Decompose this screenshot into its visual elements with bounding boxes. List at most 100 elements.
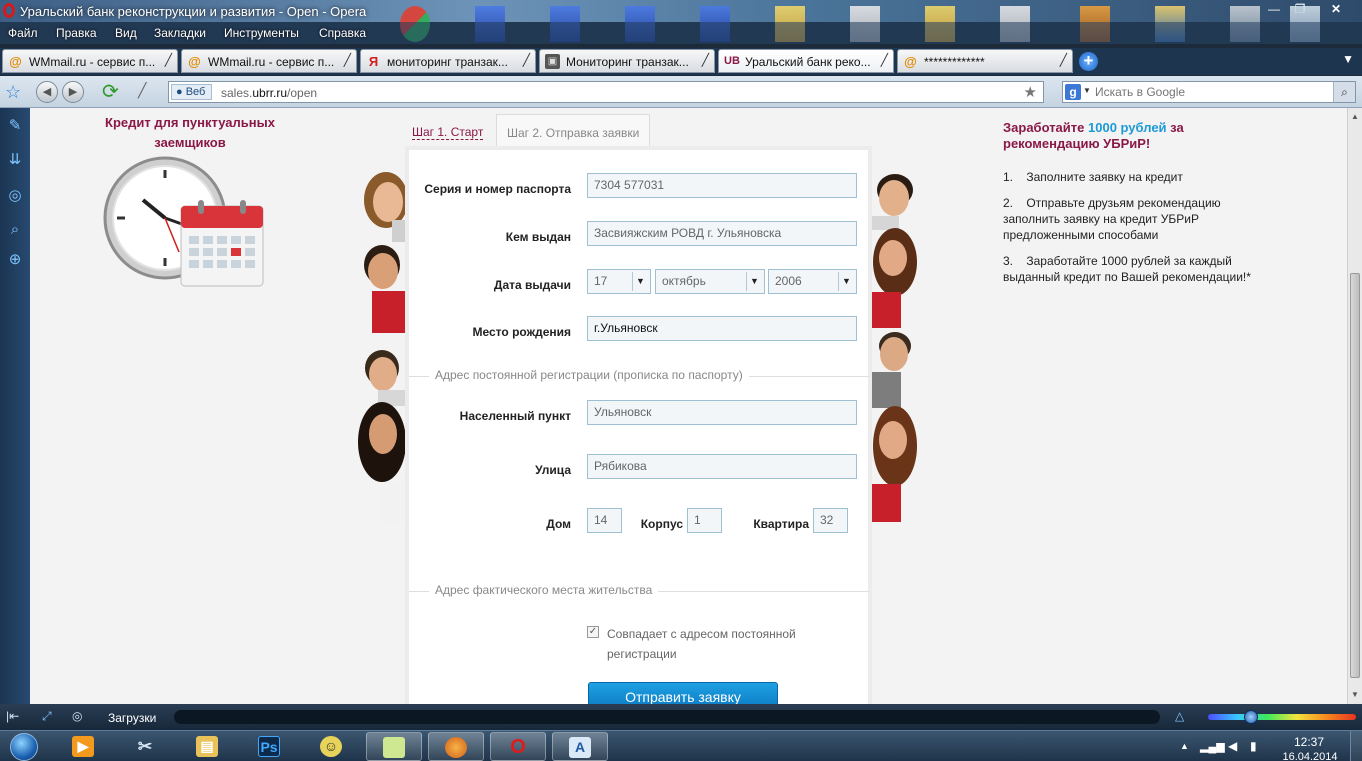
tab-yandex-monitoring[interactable]: Я мониторинг транзак... ╱ (360, 49, 536, 73)
url-domain: ubrr.ru (252, 86, 288, 100)
scroll-up-icon[interactable]: ▲ (1351, 112, 1359, 121)
search-input[interactable] (1095, 82, 1335, 102)
address-field[interactable]: ● Веб sales.ubrr.ru/open ★ (168, 81, 1044, 103)
registration-section-title: Адрес постоянной регистрации (прописка п… (429, 368, 749, 382)
back-button[interactable]: ◀ (36, 81, 58, 103)
start-button[interactable] (4, 731, 44, 761)
downloads-button[interactable]: Загрузки (108, 711, 156, 725)
speed-dial-icon[interactable]: ◎ (72, 709, 82, 723)
taskbar-sticky-notes[interactable] (366, 732, 422, 761)
network-icon[interactable]: ▂▄▆ (1200, 740, 1225, 753)
person-illustration (358, 402, 406, 522)
volume-icon[interactable]: ◀ (1228, 739, 1237, 753)
locality-input[interactable]: Ульяновск (587, 400, 857, 425)
issue-day-select[interactable]: 17 ▼ (587, 269, 651, 294)
tab-bar: @ WMmail.ru - сервис п... ╱ @ WMmail.ru … (0, 48, 1362, 75)
site-badge[interactable]: ● Веб (171, 84, 213, 100)
add-panel-icon[interactable]: ⊕ (5, 250, 25, 270)
step-1-link[interactable]: Шаг 1. Старт (412, 125, 484, 140)
taskbar-scissors[interactable]: ✂ (118, 732, 174, 761)
page-scrollbar[interactable]: ▲ ▼ (1347, 108, 1362, 704)
apartment-input[interactable]: 32 (813, 508, 848, 533)
same-address-label: Совпадает с адресом постоянной регистрац… (607, 627, 796, 661)
power-icon[interactable]: ▮ (1250, 739, 1257, 753)
same-address-checkbox[interactable]: ✓ (587, 626, 599, 638)
tab-list-arrow-icon[interactable]: ▼ (1342, 52, 1354, 66)
media-player-icon: ▶ (72, 736, 94, 757)
menu-help[interactable]: Справка (319, 26, 366, 40)
unite-icon[interactable]: △ (1175, 709, 1184, 723)
search-panel-icon[interactable]: ⌕ (5, 220, 25, 240)
passport-input[interactable]: 7304 577031 (587, 173, 857, 198)
tab-close-icon[interactable]: ╱ (881, 53, 888, 67)
tab-wmmail-1[interactable]: @ WMmail.ru - сервис п... ╱ (2, 49, 178, 73)
fit-window-icon[interactable]: ⤢ (42, 709, 52, 724)
tab-close-icon[interactable]: ╱ (702, 53, 709, 67)
bookmark-star-icon[interactable]: ★ (1024, 83, 1037, 101)
person-illustration (364, 172, 408, 242)
new-tab-button[interactable]: + (1079, 52, 1098, 71)
menu-tools[interactable]: Инструменты (224, 26, 299, 40)
tab-close-icon[interactable]: ╱ (344, 53, 351, 67)
clock-date[interactable]: 16.04.2014 (1278, 751, 1342, 761)
clock-calendar-icon (103, 156, 264, 287)
url-text[interactable]: sales.ubrr.ru/open (221, 86, 317, 100)
taskbar-media-player[interactable]: ▶ (56, 732, 112, 761)
menu-edit[interactable]: Правка (56, 26, 97, 40)
wand-icon[interactable]: ╱ (138, 82, 146, 99)
taskbar-explorer[interactable]: ▤ (180, 732, 236, 761)
tray-expand-icon[interactable]: ▲ (1180, 741, 1189, 751)
menu-file[interactable]: Файл (8, 26, 38, 40)
bookmarks-star-icon[interactable]: ☆ (5, 82, 21, 103)
tab-close-icon[interactable]: ╱ (165, 53, 172, 67)
issue-year-select[interactable]: 2006 ▼ (768, 269, 857, 294)
scroll-thumb[interactable] (1350, 273, 1360, 678)
tab-close-icon[interactable]: ╱ (1060, 53, 1067, 67)
issued-by-input[interactable]: Засвияжским РОВД г. Ульяновска (587, 221, 857, 246)
clock-time[interactable]: 12:37 (1284, 735, 1334, 749)
person-illustration (871, 228, 917, 328)
globe-icon: ● (176, 86, 183, 98)
at-icon: @ (904, 54, 917, 69)
tab-close-icon[interactable]: ╱ (523, 53, 530, 67)
menu-bookmarks[interactable]: Закладки (154, 26, 206, 40)
taskbar-photoshop[interactable]: Ps (242, 732, 298, 761)
downloads-icon[interactable]: ⇊ (5, 150, 25, 170)
taskbar-wordpad[interactable]: A (552, 732, 608, 761)
street-input[interactable]: Рябикова (587, 454, 857, 479)
forward-button[interactable]: ▶ (62, 81, 84, 103)
search-box[interactable]: g ▼ ⌕ (1062, 81, 1356, 103)
zoom-slider[interactable] (1208, 714, 1356, 720)
tab-masked[interactable]: @ ************* ╱ (897, 49, 1073, 73)
tab-label: ************* (924, 55, 985, 69)
chevron-down-icon: ▼ (746, 272, 762, 291)
referral-amount: 1000 рублей (1088, 120, 1167, 135)
reload-icon[interactable]: ⟳ (102, 81, 126, 103)
taskbar-chat[interactable]: ☺ (304, 732, 360, 761)
history-icon[interactable]: ◎ (5, 186, 25, 206)
search-engine-dropdown-icon[interactable]: ▼ (1083, 86, 1091, 95)
submit-application-button[interactable]: Отправить заявку (588, 682, 778, 704)
loan-application-form: Серия и номер паспорта 7304 577031 Кем в… (405, 146, 872, 704)
zoom-slider-handle[interactable] (1244, 710, 1258, 724)
tab-monitoring[interactable]: ▣ Мониторинг транзак... ╱ (539, 49, 715, 73)
url-prefix: sales. (221, 86, 253, 100)
birthplace-input[interactable]: г.Ульяновск (587, 316, 857, 341)
issue-date-label: Дата выдачи (493, 278, 571, 292)
building-input[interactable]: 1 (687, 508, 722, 533)
issue-month-select[interactable]: октябрь ▼ (655, 269, 765, 294)
tab-ubrr[interactable]: UB Уральский банк реко... ╱ (718, 49, 894, 73)
scroll-down-icon[interactable]: ▼ (1351, 690, 1359, 699)
toggle-panel-icon[interactable]: |⇤ (6, 709, 19, 723)
notes-icon[interactable]: ✎ (5, 116, 25, 136)
show-desktop-button[interactable] (1350, 731, 1362, 761)
search-icon[interactable]: ⌕ (1333, 82, 1355, 102)
issue-month-value: октябрь (662, 274, 706, 288)
google-icon[interactable]: g (1065, 84, 1081, 100)
tab-wmmail-2[interactable]: @ WMmail.ru - сервис п... ╱ (181, 49, 357, 73)
menu-view[interactable]: Вид (115, 26, 137, 40)
taskbar-paint[interactable] (428, 732, 484, 761)
issued-by-label: Кем выдан (505, 230, 571, 244)
taskbar-opera[interactable]: O (490, 732, 546, 761)
referral-title: Заработайте 1000 рублей за рекомендацию … (1003, 120, 1223, 152)
